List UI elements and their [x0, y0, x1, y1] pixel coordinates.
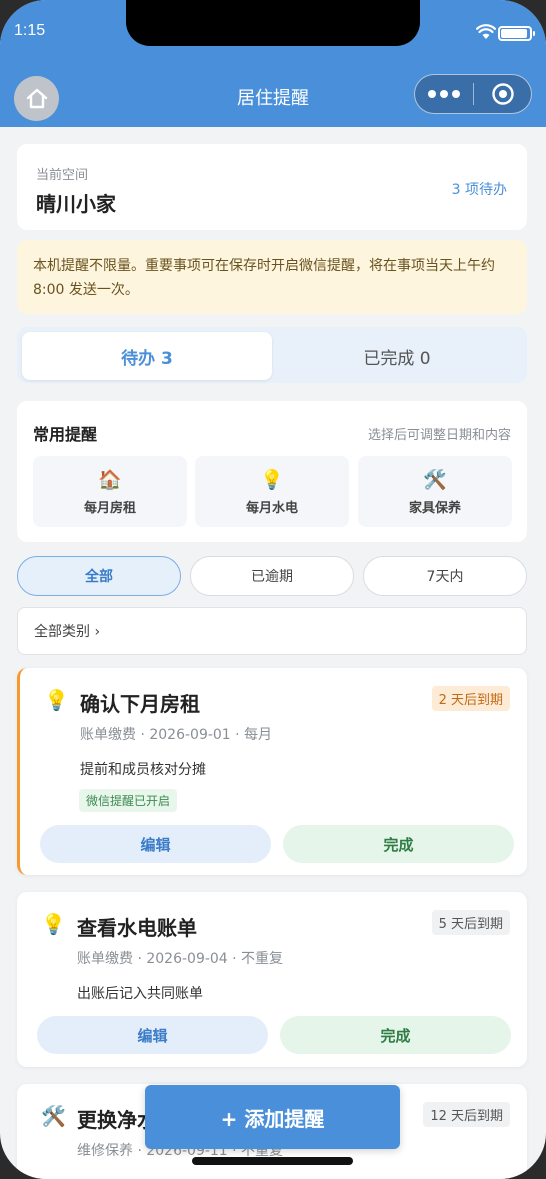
battery-icon: [498, 26, 535, 41]
target-icon: [491, 83, 514, 105]
notch: [126, 0, 420, 46]
quick-reminders-card: 常用提醒 选择后可调整日期和内容 🏠 每月房租 💡 每月水电 🛠️ 家具保养: [17, 401, 527, 542]
quick-item-furniture[interactable]: 🛠️ 家具保养: [358, 456, 512, 527]
more-dot-icon: [428, 90, 436, 98]
quick-item-rent[interactable]: 🏠 每月房租: [33, 456, 187, 527]
edit-button[interactable]: 编辑: [40, 825, 271, 863]
close-miniapp-button[interactable]: [474, 82, 531, 106]
bulb-icon: 💡: [44, 688, 69, 712]
quick-title: 常用提醒: [33, 425, 98, 444]
complete-button[interactable]: 完成: [280, 1016, 511, 1054]
category-select[interactable]: 全部类别 ›: [17, 607, 527, 655]
quick-hint: 选择后可调整日期和内容: [367, 428, 511, 443]
status-time: 1:15: [14, 22, 46, 39]
reminder-note: 提前和成员核对分摊: [80, 762, 206, 778]
reminder-card: 💡 查看水电账单 5 天后到期 账单缴费 · 2026-09-04 · 不重复 …: [17, 892, 527, 1067]
edit-button[interactable]: 编辑: [37, 1016, 268, 1054]
pending-count-link[interactable]: 3 项待办: [452, 179, 507, 199]
filter-overdue[interactable]: 已逾期: [190, 556, 354, 596]
bulb-icon: 💡: [260, 469, 284, 491]
notice-banner: 本机提醒不限量。重要事项可在保存时开启微信提醒，将在事项当天上午约 8:00 发…: [17, 240, 527, 314]
reminder-note: 出账后记入共同账单: [77, 986, 203, 1002]
reminder-meta: 账单缴费 · 2026-09-01 · 每月: [80, 727, 273, 743]
quick-item-label: 每月水电: [245, 501, 298, 516]
wifi-icon: [476, 24, 496, 39]
due-badge: 2 天后到期: [431, 686, 510, 711]
wechat-reminder-tag: 微信提醒已开启: [79, 789, 178, 812]
reminder-title: 确认下月房租: [80, 692, 200, 716]
space-name: 晴川小家: [36, 192, 116, 216]
quick-item-label: 家具保养: [408, 501, 461, 516]
quick-item-label: 每月房租: [83, 501, 136, 516]
status-bar: 1:15: [0, 0, 546, 66]
home-indicator: [192, 1157, 353, 1165]
current-space-card[interactable]: 当前空间 晴川小家 3 项待办: [17, 144, 527, 230]
nav-bar: 居住提醒: [0, 66, 546, 127]
more-dot-icon: [440, 90, 448, 98]
reminder-card: 💡 确认下月房租 2 天后到期 账单缴费 · 2026-09-01 · 每月 提…: [17, 668, 527, 875]
filter-all[interactable]: 全部: [17, 556, 181, 596]
add-reminder-button[interactable]: + 添加提醒: [145, 1085, 400, 1149]
tab-done[interactable]: 已完成 0: [272, 332, 522, 380]
complete-button[interactable]: 完成: [283, 825, 514, 863]
due-badge: 12 天后到期: [423, 1102, 510, 1127]
more-button[interactable]: [415, 90, 473, 98]
miniapp-capsule: [414, 74, 532, 114]
house-icon: 🏠: [98, 469, 122, 491]
status-tabs: 待办 3 已完成 0: [17, 327, 527, 383]
quick-item-utilities[interactable]: 💡 每月水电: [195, 456, 349, 527]
due-badge: 5 天后到期: [431, 910, 510, 935]
phone-screen: 1:15 居住提醒 当前空间 晴川小家 3 项待办 本机提醒不限量。重要事项可在…: [0, 0, 546, 1179]
space-label: 当前空间: [36, 168, 89, 183]
tools-icon: 🛠️: [423, 469, 447, 491]
bulb-icon: 💡: [41, 912, 66, 936]
tab-todo[interactable]: 待办 3: [22, 332, 272, 380]
more-dot-icon: [452, 90, 460, 98]
filter-7days[interactable]: 7天内: [363, 556, 527, 596]
reminder-meta: 账单缴费 · 2026-09-04 · 不重复: [77, 951, 284, 967]
tools-icon: 🛠️: [41, 1104, 66, 1128]
reminder-title: 查看水电账单: [77, 916, 197, 940]
